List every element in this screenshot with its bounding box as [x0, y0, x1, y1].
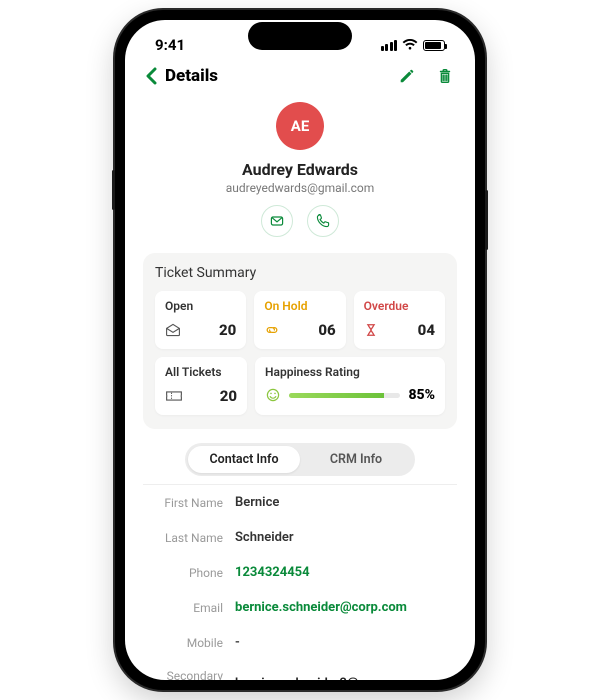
- value-last-name: Schneider: [235, 530, 294, 545]
- tab-contact-info[interactable]: Contact Info: [188, 446, 300, 473]
- info-tabs: Contact Info CRM Info: [185, 443, 415, 476]
- label-email: Email: [145, 601, 235, 615]
- avatar[interactable]: AE: [276, 102, 324, 150]
- profile-header: AE Audrey Edwards audreyedwards@gmail.co…: [143, 94, 457, 247]
- cellular-icon: [381, 40, 398, 51]
- happiness-label: Happiness Rating: [265, 365, 435, 379]
- nav-bar: Details: [125, 56, 475, 94]
- all-tickets-value: 20: [220, 387, 237, 405]
- edit-button[interactable]: [397, 66, 417, 86]
- screen: 9:41 Details: [125, 20, 475, 680]
- on-hold-label: On Hold: [264, 299, 335, 313]
- happiness-card[interactable]: Happiness Rating 85%: [255, 357, 445, 415]
- row-last-name: Last Name Schneider: [143, 520, 457, 555]
- envelope-open-icon: [165, 323, 181, 337]
- row-first-name: First Name Bernice: [143, 485, 457, 520]
- label-first-name: First Name: [145, 496, 235, 510]
- on-hold-value: 06: [318, 321, 335, 339]
- email-action-button[interactable]: [261, 205, 293, 237]
- overdue-value: 04: [418, 321, 435, 339]
- page-title: Details: [165, 66, 218, 86]
- tab-crm-info[interactable]: CRM Info: [300, 446, 412, 473]
- wifi-icon: [402, 39, 418, 51]
- row-secondary-email: Secondary Email bernice.schneider2@corp.…: [143, 660, 457, 680]
- happiness-value: 85%: [408, 387, 435, 403]
- phone-frame: 9:41 Details: [115, 10, 485, 690]
- ticket-summary-title: Ticket Summary: [155, 265, 445, 281]
- row-mobile: Mobile -: [143, 625, 457, 660]
- happiness-bar: [289, 393, 400, 398]
- open-label: Open: [165, 299, 236, 313]
- label-last-name: Last Name: [145, 531, 235, 545]
- value-phone[interactable]: 1234324454: [235, 565, 310, 580]
- all-tickets-label: All Tickets: [165, 365, 237, 379]
- delete-button[interactable]: [435, 66, 455, 86]
- ticket-icon: [165, 390, 183, 402]
- back-button[interactable]: [145, 67, 157, 85]
- label-phone: Phone: [145, 566, 235, 580]
- value-mobile: -: [235, 635, 240, 650]
- open-value: 20: [219, 321, 236, 339]
- battery-icon: [423, 40, 445, 51]
- row-email: Email bernice.schneider@corp.com: [143, 590, 457, 625]
- contact-email: audreyedwards@gmail.com: [143, 181, 457, 195]
- on-hold-tickets-card[interactable]: On Hold 06: [254, 291, 345, 349]
- label-mobile: Mobile: [145, 636, 235, 650]
- contact-info-panel: First Name Bernice Last Name Schneider P…: [143, 484, 457, 680]
- value-first-name: Bernice: [235, 495, 279, 510]
- call-action-button[interactable]: [307, 205, 339, 237]
- ticket-summary-card: Ticket Summary Open 20 On Hold: [143, 253, 457, 429]
- overdue-label: Overdue: [364, 299, 435, 313]
- dynamic-island: [248, 22, 352, 50]
- open-tickets-card[interactable]: Open 20: [155, 291, 246, 349]
- content: AE Audrey Edwards audreyedwards@gmail.co…: [125, 94, 475, 680]
- status-right: [381, 39, 446, 51]
- status-time: 9:41: [155, 36, 185, 54]
- hourglass-icon: [364, 323, 378, 337]
- row-phone: Phone 1234324454: [143, 555, 457, 590]
- overdue-tickets-card[interactable]: Overdue 04: [354, 291, 445, 349]
- value-secondary-email[interactable]: bernice.schneider2@corp.com: [235, 676, 414, 680]
- label-secondary-email: Secondary Email: [145, 670, 235, 680]
- smile-icon: [265, 387, 281, 403]
- contact-name: Audrey Edwards: [143, 160, 457, 179]
- link-icon: [264, 323, 280, 337]
- all-tickets-card[interactable]: All Tickets 20: [155, 357, 247, 415]
- value-email[interactable]: bernice.schneider@corp.com: [235, 600, 407, 615]
